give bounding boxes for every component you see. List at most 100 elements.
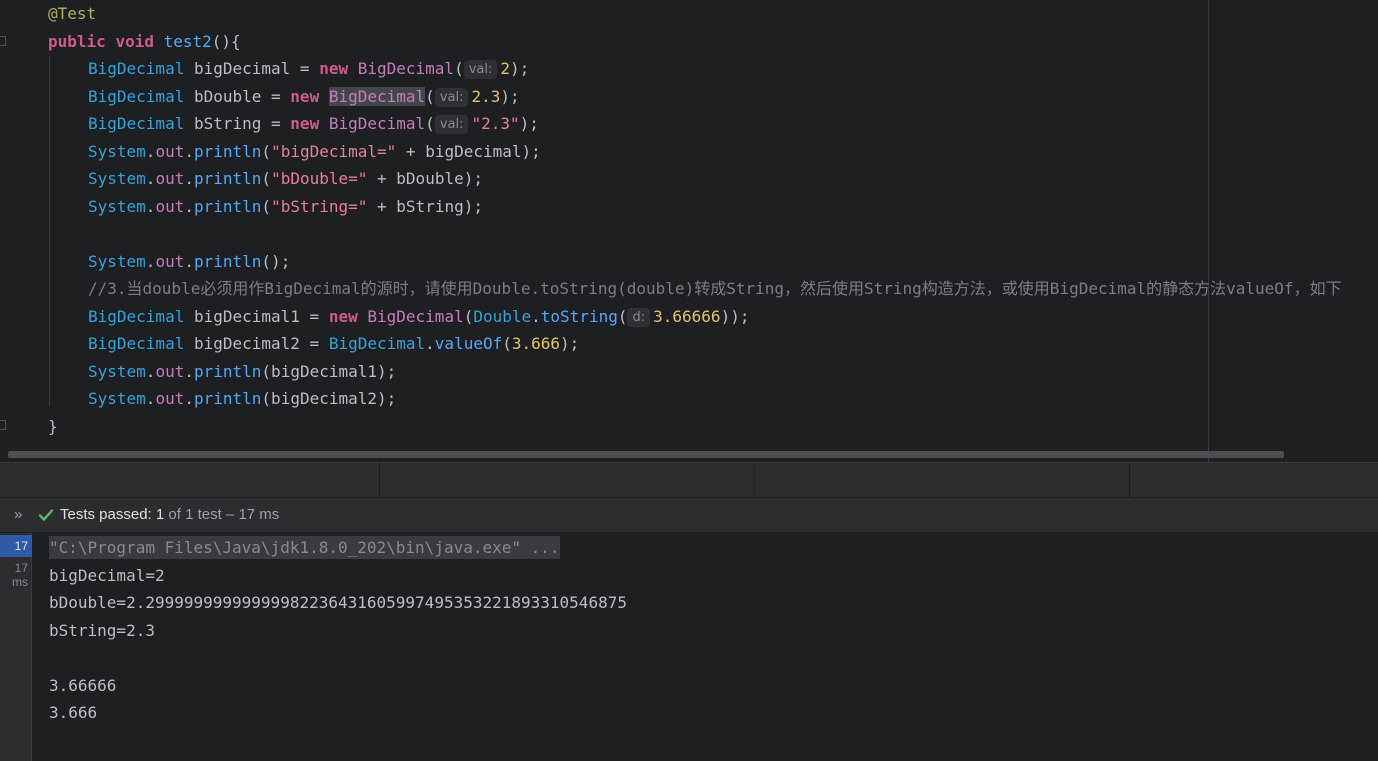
code-text: bDouble = — [184, 86, 291, 106]
fold-marker-icon[interactable] — [0, 36, 6, 46]
code-line: } — [48, 413, 1342, 441]
code-line: System.out.println("bDouble=" + bDouble)… — [48, 165, 1342, 193]
tests-passed-label: Tests passed: 1 — [60, 506, 165, 523]
expand-chevron-icon[interactable]: » — [14, 506, 22, 523]
parameter-hint: d: — [627, 307, 651, 327]
method-call: println — [193, 141, 262, 161]
console-command[interactable]: "C:\Program Files\Java\jdk1.8.0_202\bin\… — [49, 536, 560, 559]
code-text: + bigDecimal); — [396, 141, 541, 161]
parameter-hint: val: — [434, 115, 469, 134]
code-text: bigDecimal1 = — [184, 306, 329, 326]
field-name: out — [155, 361, 185, 381]
test-duration: 17 ms — [14, 539, 28, 553]
horizontal-scrollbar[interactable] — [8, 451, 1284, 458]
test-tree-item[interactable]: 17 ms — [0, 561, 28, 589]
method-call: toString — [540, 306, 618, 326]
code-line: System.out.println(bigDecimal1); — [48, 358, 1342, 386]
code-text: . — [184, 169, 194, 188]
code-line: System.out.println(bigDecimal2); — [48, 385, 1342, 413]
code-text: . — [184, 141, 194, 161]
code-line: System.out.println("bigDecimal=" + bigDe… — [48, 138, 1342, 166]
type-name: System — [88, 389, 146, 408]
console-line: bigDecimal=2 — [49, 565, 165, 585]
console-output[interactable]: "C:\Program Files\Java\jdk1.8.0_202\bin\… — [49, 534, 627, 727]
code-text: ( — [425, 114, 435, 133]
number-literal: 3.66666 — [653, 306, 721, 326]
code-text: . — [145, 361, 156, 381]
constructor-name-highlighted[interactable]: BigDecimal — [328, 86, 426, 106]
type-name: BigDecimal — [88, 306, 185, 326]
code-text: (); — [261, 251, 291, 271]
code-line: BigDecimal bigDecimal = new BigDecimal(v… — [48, 55, 1342, 83]
code-text: . — [425, 334, 435, 353]
code-text: ); — [519, 114, 539, 133]
type-name: System — [88, 141, 146, 161]
code-text: . — [145, 389, 156, 408]
console-line: "C:\Program Files\Java\jdk1.8.0_202\bin\… — [49, 534, 627, 562]
code-text: ( — [261, 169, 272, 188]
code-text: ( — [502, 334, 512, 353]
code-text: . — [145, 141, 156, 161]
test-tree-panel: 17 ms 17 ms — [0, 533, 32, 761]
splitter-divider — [1129, 463, 1130, 497]
code-text: . — [184, 196, 194, 216]
number-literal: 2 — [500, 59, 510, 78]
code-text: + bDouble); — [367, 169, 483, 188]
check-icon — [38, 509, 54, 521]
code-line: System.out.println(); — [48, 248, 1342, 276]
code-line: System.out.println("bString=" + bString)… — [48, 193, 1342, 221]
field-name: out — [155, 389, 185, 408]
parameter-hint: val: — [463, 60, 498, 79]
code-editor[interactable]: @Test public void test2(){ BigDecimal bi… — [0, 0, 1378, 462]
tool-window-splitter[interactable] — [0, 462, 1378, 497]
type-name: System — [88, 251, 146, 271]
fold-marker-icon[interactable] — [0, 420, 6, 430]
string-literal: "bDouble=" — [271, 169, 368, 188]
code-text: bigDecimal = — [184, 59, 320, 78]
type-name: BigDecimal — [88, 86, 185, 106]
code-text: ( — [617, 306, 628, 326]
code-text: (bigDecimal1); — [261, 361, 397, 381]
code-line: BigDecimal bDouble = new BigDecimal(val:… — [48, 83, 1342, 111]
code-text: ); — [510, 59, 530, 78]
field-name: out — [155, 141, 185, 161]
splitter-divider — [379, 463, 380, 497]
string-literal: "bigDecimal=" — [271, 141, 397, 161]
code-text: . — [145, 251, 156, 271]
code-line: //3.当double必须用作BigDecimal的源时，请使用Double.t… — [48, 275, 1342, 303]
method-call: println — [193, 196, 262, 216]
test-duration: 17 ms — [12, 561, 28, 589]
tests-passed-status: Tests passed: 1 of 1 test – 17 ms — [60, 506, 279, 523]
code-text: ( — [454, 59, 464, 78]
parameter-hint: val: — [434, 87, 469, 107]
code-line: BigDecimal bString = new BigDecimal(val:… — [48, 110, 1342, 138]
code-text: } — [48, 416, 58, 436]
test-tree-item-selected[interactable]: 17 ms — [0, 535, 32, 557]
code-text: . — [184, 361, 194, 381]
code-line: @Test — [48, 0, 1342, 28]
keyword: new — [328, 306, 358, 326]
method-call: println — [193, 169, 262, 188]
field-name: out — [155, 251, 185, 271]
console-line: bString=2.3 — [49, 620, 155, 640]
method-call: println — [193, 389, 262, 408]
code-text: ); — [560, 334, 580, 353]
code-text: ); — [500, 86, 520, 106]
type-name: BigDecimal — [88, 334, 185, 353]
code-text: bString = — [184, 114, 291, 133]
type-name: Double — [473, 306, 532, 326]
method-name[interactable]: test2 — [164, 32, 212, 51]
method-call: println — [193, 361, 262, 381]
annotation: @Test — [48, 4, 97, 23]
code-block: @Test public void test2(){ BigDecimal bi… — [48, 0, 1342, 440]
code-text: ( — [261, 141, 272, 161]
type-name: System — [88, 196, 146, 216]
keyword: new — [290, 86, 320, 106]
field-name: out — [155, 169, 185, 188]
console-line: 3.66666 — [49, 675, 117, 695]
splitter-divider — [754, 463, 755, 497]
type-name: System — [88, 361, 146, 381]
code-text: . — [184, 389, 194, 408]
keyword: new — [319, 59, 349, 78]
